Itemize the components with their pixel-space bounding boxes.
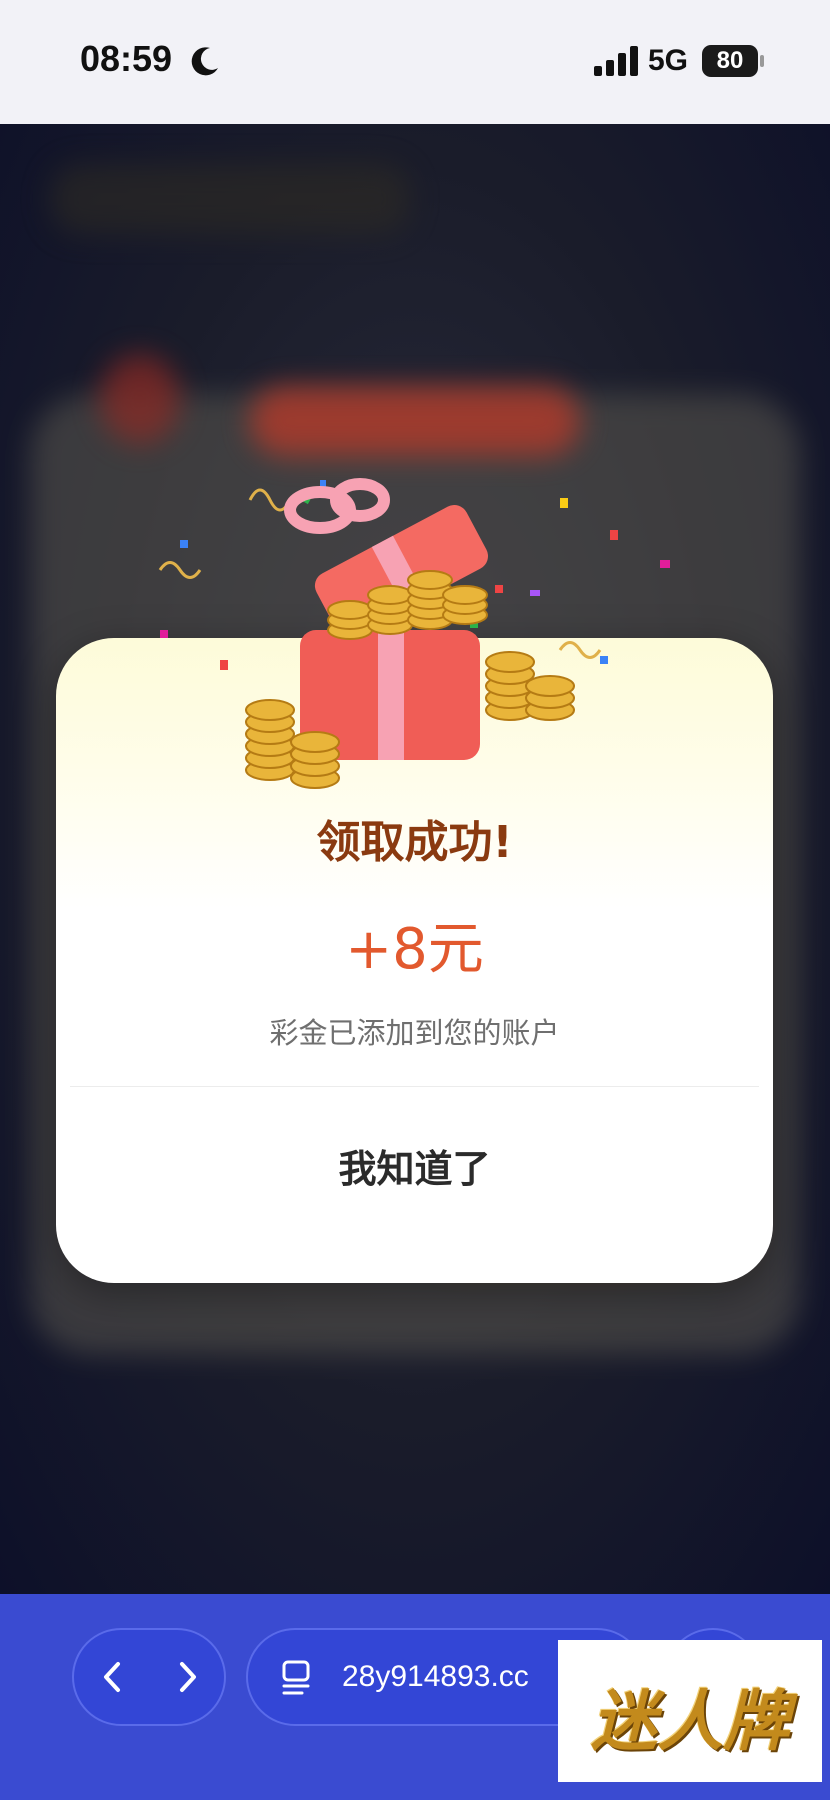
- gift-box-illustration: [158, 478, 670, 789]
- reward-amount: +8元: [345, 917, 484, 982]
- network-label: 5G: [648, 44, 689, 77]
- url-text: 28y914893.cc: [342, 1660, 529, 1693]
- navigation-controls: [72, 1628, 226, 1726]
- battery-indicator: 80: [702, 45, 758, 77]
- background-header-blur: [50, 164, 410, 234]
- background-badge-blur: [100, 354, 180, 444]
- battery-tip: [760, 55, 764, 67]
- modal-divider: [70, 1086, 759, 1087]
- background-banner-blur: [250, 386, 580, 456]
- watermark-text: 迷人牌: [591, 1682, 789, 1760]
- status-bar: 08:59 5G 80: [0, 0, 830, 124]
- modal-message: 彩金已添加到您的账户: [269, 1016, 560, 1050]
- tabs-icon[interactable]: [276, 1658, 316, 1698]
- moon-icon: [191, 47, 218, 76]
- signal-icon: [594, 46, 638, 76]
- back-button[interactable]: [88, 1652, 138, 1702]
- modal-title: 领取成功!: [316, 817, 513, 868]
- status-time: 08:59: [80, 38, 173, 79]
- forward-button[interactable]: [162, 1652, 212, 1702]
- watermark-logo: 迷人牌: [558, 1640, 822, 1782]
- acknowledge-button[interactable]: 我知道了: [56, 1090, 773, 1240]
